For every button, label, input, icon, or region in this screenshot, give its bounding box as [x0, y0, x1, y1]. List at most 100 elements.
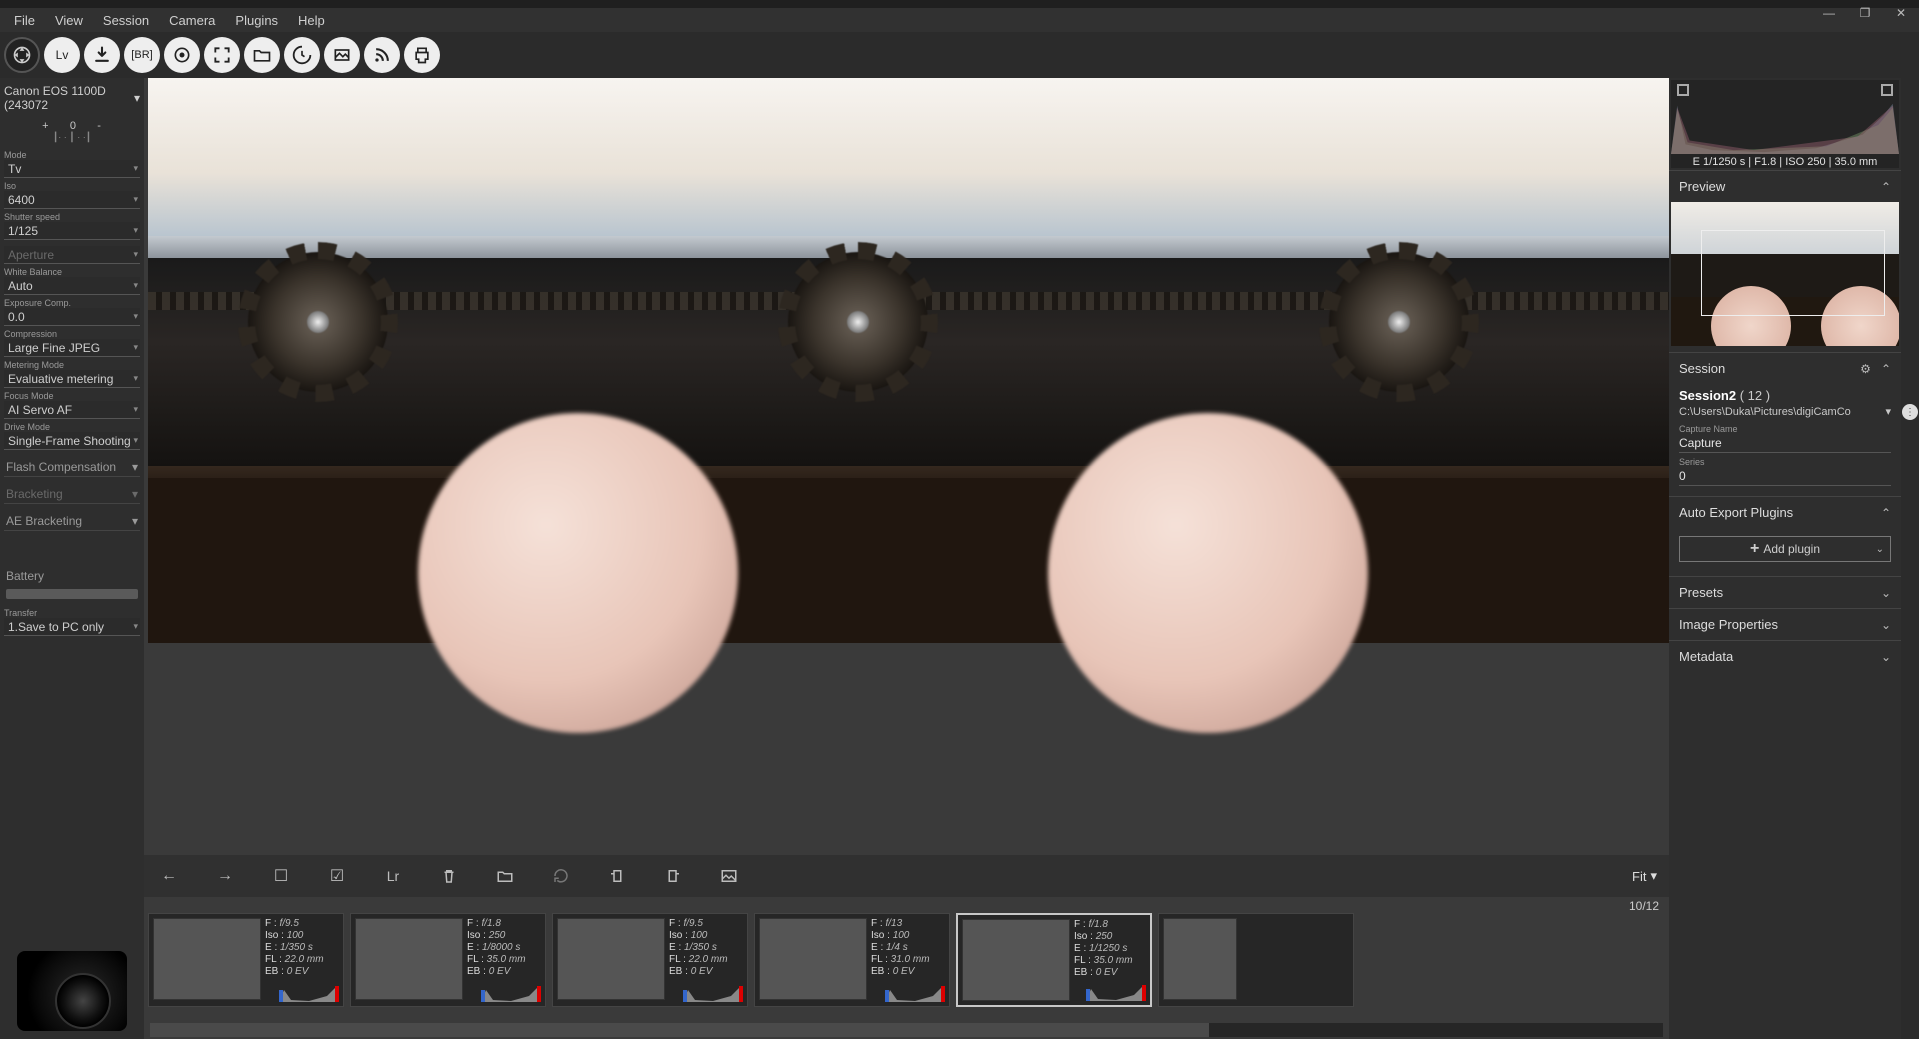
thumbnail-item[interactable]: F : f/13Iso : 100E : 1/4 sFL : 31.0 mmEB…: [754, 913, 950, 1007]
select-button[interactable]: ☑: [324, 863, 350, 889]
transfer-dropdown[interactable]: 1.Save to PC only▾: [4, 618, 140, 636]
chevron-down-icon: ▾: [1885, 405, 1891, 418]
bracketing-dropdown[interactable]: Bracketing▾: [4, 485, 140, 504]
thumbnail-histogram: [683, 984, 743, 1002]
gear-icon[interactable]: ⚙: [1860, 362, 1871, 376]
menu-view[interactable]: View: [45, 10, 93, 31]
battery-section: Battery: [4, 567, 140, 585]
unselect-button[interactable]: ☐: [268, 863, 294, 889]
chevron-down-icon: ▾: [133, 342, 138, 353]
aperture-dropdown[interactable]: Aperture▾: [4, 246, 140, 264]
exposure-scale[interactable]: + 0 - ┃· · ┃ · ·┃: [2, 116, 142, 149]
thumbnail-image: [355, 918, 463, 1000]
whitebalance-dropdown[interactable]: Auto▾: [4, 277, 140, 295]
mode-dropdown[interactable]: Tv▾: [4, 160, 140, 178]
download-button[interactable]: [84, 37, 120, 73]
rotate-left-button[interactable]: [604, 863, 630, 889]
focus-label: Focus Mode: [4, 390, 140, 401]
session-path-row[interactable]: C:\Users\Duka\Pictures\digiCamCo ▾: [1679, 405, 1891, 418]
battery-bar: [6, 589, 138, 599]
metering-dropdown[interactable]: Evaluative metering▾: [4, 370, 140, 388]
chevron-down-icon: ⌄: [1881, 618, 1891, 632]
preview-thumbnail[interactable]: [1671, 202, 1899, 346]
zoom-fit-dropdown[interactable]: Fit▾: [1632, 868, 1657, 884]
refresh-button[interactable]: [548, 863, 574, 889]
series-label: Series: [1679, 457, 1891, 467]
camera-selector[interactable]: Canon EOS 1100D (243072 ▾: [2, 80, 142, 116]
autoexport-section-header[interactable]: Auto Export Plugins ⌃: [1669, 496, 1901, 528]
chevron-down-icon: ▾: [132, 514, 138, 528]
bracket-button[interactable]: [BR]: [124, 37, 160, 73]
flash-comp-dropdown[interactable]: Flash Compensation▾: [4, 458, 140, 477]
close-button[interactable]: ✕: [1889, 4, 1913, 22]
shutter-label: Shutter speed: [4, 211, 140, 222]
window-controls: — ❐ ✕: [1817, 4, 1913, 22]
plus-icon: +: [1750, 540, 1759, 558]
chevron-down-icon: ▾: [133, 280, 138, 291]
target-button[interactable]: [164, 37, 200, 73]
delete-button[interactable]: [436, 863, 462, 889]
thumbnail-scrollbar[interactable]: [150, 1023, 1663, 1037]
folder-button[interactable]: [492, 863, 518, 889]
metadata-section-header[interactable]: Metadata ⌄: [1669, 640, 1901, 672]
preview-viewport-rect[interactable]: [1701, 230, 1885, 316]
maximize-button[interactable]: ❐: [1853, 4, 1877, 22]
thumbnail-item[interactable]: F : f/9.5Iso : 100E : 1/350 sFL : 22.0 m…: [148, 913, 344, 1007]
shutter-dropdown[interactable]: 1/125▾: [4, 222, 140, 240]
prev-button[interactable]: ←: [156, 863, 182, 889]
menu-session[interactable]: Session: [93, 10, 159, 31]
imageprops-section-header[interactable]: Image Properties ⌄: [1669, 608, 1901, 640]
image-viewer[interactable]: [148, 78, 1669, 855]
menu-plugins[interactable]: Plugins: [225, 10, 288, 31]
session-name-row[interactable]: Session2 ( 12 ): [1679, 388, 1891, 403]
center-area: ← → ☐ ☑ Lr Fit▾ 10/12 F : f/9.5Iso : 100…: [144, 78, 1669, 1039]
next-button[interactable]: →: [212, 863, 238, 889]
ae-bracketing-dropdown[interactable]: AE Bracketing▾: [4, 512, 140, 531]
whitebalance-label: White Balance: [4, 266, 140, 277]
fullscreen-button[interactable]: [204, 37, 240, 73]
rss-button[interactable]: [364, 37, 400, 73]
timer-button[interactable]: [284, 37, 320, 73]
lightroom-button[interactable]: Lr: [380, 863, 406, 889]
preview-section-header[interactable]: Preview ⌃: [1669, 170, 1901, 202]
focus-dropdown[interactable]: AI Servo AF▾: [4, 401, 140, 419]
whitebalance-field: White Balance Auto▾: [4, 266, 140, 295]
drive-dropdown[interactable]: Single-Frame Shooting▾: [4, 432, 140, 450]
series-input[interactable]: 0: [1679, 467, 1891, 486]
session-section-header[interactable]: Session ⚙⌃: [1669, 352, 1901, 384]
histogram[interactable]: E 1/1250 s | F1.8 | ISO 250 | 35.0 mm: [1671, 80, 1899, 168]
capture-button[interactable]: [4, 37, 40, 73]
thumbnail-item[interactable]: F : f/1.8Iso : 250E : 1/8000 sFL : 35.0 …: [350, 913, 546, 1007]
thumbnail-image: [962, 919, 1070, 1001]
menu-help[interactable]: Help: [288, 10, 335, 31]
print-button[interactable]: [404, 37, 440, 73]
thumbnail-strip[interactable]: F : f/9.5Iso : 100E : 1/350 sFL : 22.0 m…: [144, 913, 1669, 1023]
thumbnail-item[interactable]: [1158, 913, 1354, 1007]
presets-section-header[interactable]: Presets ⌄: [1669, 576, 1901, 608]
capture-name-input[interactable]: Capture: [1679, 434, 1891, 453]
exposurecomp-dropdown[interactable]: 0.0▾: [4, 308, 140, 326]
iso-label: Iso: [4, 180, 140, 191]
more-icon[interactable]: ⋮: [1902, 404, 1918, 420]
overlay-button[interactable]: [324, 37, 360, 73]
histogram-clip-left-icon[interactable]: [1677, 84, 1689, 96]
compression-dropdown[interactable]: Large Fine JPEG▾: [4, 339, 140, 357]
image-button[interactable]: [716, 863, 742, 889]
exposurecomp-field: Exposure Comp. 0.0▾: [4, 297, 140, 326]
histogram-clip-right-icon[interactable]: [1881, 84, 1893, 96]
thumbnail-item[interactable]: F : f/9.5Iso : 100E : 1/350 sFL : 22.0 m…: [552, 913, 748, 1007]
minimize-button[interactable]: —: [1817, 4, 1841, 22]
chevron-down-icon: ▾: [132, 487, 138, 501]
scrollbar-thumb[interactable]: [150, 1023, 1209, 1037]
menu-camera[interactable]: Camera: [159, 10, 225, 31]
menu-file[interactable]: File: [4, 10, 45, 31]
thumbnail-item[interactable]: F : f/1.8Iso : 250E : 1/1250 sFL : 35.0 …: [956, 913, 1152, 1007]
thumbnail-image: [1163, 918, 1237, 1000]
browse-button[interactable]: [244, 37, 280, 73]
left-panel: Canon EOS 1100D (243072 ▾ + 0 - ┃· · ┃ ·…: [0, 78, 144, 1039]
iso-dropdown[interactable]: 6400▾: [4, 191, 140, 209]
rotate-right-button[interactable]: [660, 863, 686, 889]
liveview-button[interactable]: Lv: [44, 37, 80, 73]
add-plugin-button[interactable]: + Add plugin ⌄: [1679, 536, 1891, 562]
right-gutter: ⋮: [1901, 78, 1919, 1039]
